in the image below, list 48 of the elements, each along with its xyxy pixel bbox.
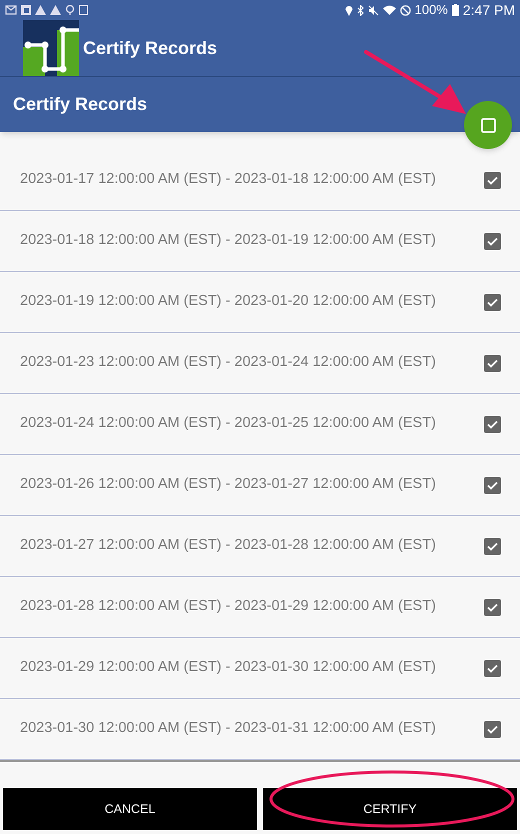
image-icon xyxy=(21,5,31,15)
blocked-icon xyxy=(400,4,411,16)
clock: 2:47 PM xyxy=(462,0,515,20)
record-label: 2023-01-30 12:00:00 AM (EST) - 2023-01-31 12:00:00 AM (EST) xyxy=(20,719,436,738)
app-logo xyxy=(23,20,79,76)
record-label: 2023-01-28 12:00:00 AM (EST) - 2023-01-29 12:00:00 AM (EST) xyxy=(20,597,436,616)
checkbox[interactable] xyxy=(484,172,501,188)
warning-icon xyxy=(35,5,46,15)
record-row[interactable]: 2023-01-28 12:00:00 AM (EST) - 2023-01-29 12:00:00 AM (EST) xyxy=(0,577,520,638)
page-title: Certify Records xyxy=(13,93,148,116)
record-label: 2023-01-27 12:00:00 AM (EST) - 2023-01-28 12:00:00 AM (EST) xyxy=(20,536,436,556)
record-row[interactable]: 2023-01-29 12:00:00 AM (EST) - 2023-01-30 12:00:00 AM (EST) xyxy=(0,638,520,699)
location-icon xyxy=(344,4,353,16)
checkbox[interactable] xyxy=(484,416,501,432)
record-label: 2023-01-24 12:00:00 AM (EST) - 2023-01-25 12:00:00 AM (EST) xyxy=(20,414,436,434)
warning-icon xyxy=(50,5,61,15)
checkbox[interactable] xyxy=(484,232,501,250)
record-row[interactable]: 2023-01-17 12:00:00 AM (EST) - 2023-01-18 12:00:00 AM (EST) xyxy=(0,150,520,211)
checkbox[interactable] xyxy=(484,538,501,554)
record-label: 2023-01-17 12:00:00 AM (EST) - 2023-01-18 12:00:00 AM (EST) xyxy=(20,170,436,190)
record-row[interactable]: 2023-01-18 12:00:00 AM (EST) - 2023-01-19 12:00:00 AM (EST) xyxy=(0,211,520,272)
bluetooth-icon xyxy=(356,4,364,16)
wifi-icon xyxy=(382,5,396,15)
cancel-button[interactable]: CANCEL xyxy=(3,788,257,830)
battery-percentage: 100% xyxy=(414,1,448,20)
record-label: 2023-01-29 12:00:00 AM (EST) - 2023-01-30 12:00:00 AM (EST) xyxy=(20,658,436,678)
record-row[interactable]: 2023-01-30 12:00:00 AM (EST) - 2023-01-31 12:00:00 AM (EST) xyxy=(0,699,520,760)
record-label: 2023-01-19 12:00:00 AM (EST) - 2023-01-20 12:00:00 AM (EST) xyxy=(20,292,436,312)
checkbox[interactable] xyxy=(484,476,501,494)
record-row[interactable]: 2023-01-23 12:00:00 AM (EST) - 2023-01-24 12:00:00 AM (EST) xyxy=(0,333,520,394)
record-row[interactable]: 2023-01-26 12:00:00 AM (EST) - 2023-01-27 12:00:00 AM (EST) xyxy=(0,455,520,516)
certify-button[interactable]: CERTIFY xyxy=(263,788,517,830)
mute-icon xyxy=(368,4,379,16)
record-row[interactable]: 2023-01-27 12:00:00 AM (EST) - 2023-01-28 12:00:00 AM (EST) xyxy=(0,516,520,577)
record-row[interactable]: 2023-01-19 12:00:00 AM (EST) - 2023-01-20 12:00:00 AM (EST) xyxy=(0,272,520,333)
square-icon xyxy=(480,118,496,132)
mail-icon xyxy=(5,5,17,15)
checkbox[interactable] xyxy=(484,598,501,616)
battery-icon xyxy=(452,4,459,16)
checkbox[interactable] xyxy=(484,660,501,676)
checkbox[interactable] xyxy=(484,720,501,738)
record-label: 2023-01-18 12:00:00 AM (EST) - 2023-01-19 12:00:00 AM (EST) xyxy=(20,231,436,250)
record-label: 2023-01-26 12:00:00 AM (EST) - 2023-01-27 12:00:00 AM (EST) xyxy=(20,475,436,494)
checkbox[interactable] xyxy=(484,294,501,310)
record-row[interactable]: 2023-01-24 12:00:00 AM (EST) - 2023-01-25 12:00:00 AM (EST) xyxy=(0,394,520,455)
record-label: 2023-01-23 12:00:00 AM (EST) - 2023-01-24 12:00:00 AM (EST) xyxy=(20,353,436,372)
app-title: Certify Records xyxy=(83,36,218,60)
checkbox[interactable] xyxy=(484,354,501,372)
